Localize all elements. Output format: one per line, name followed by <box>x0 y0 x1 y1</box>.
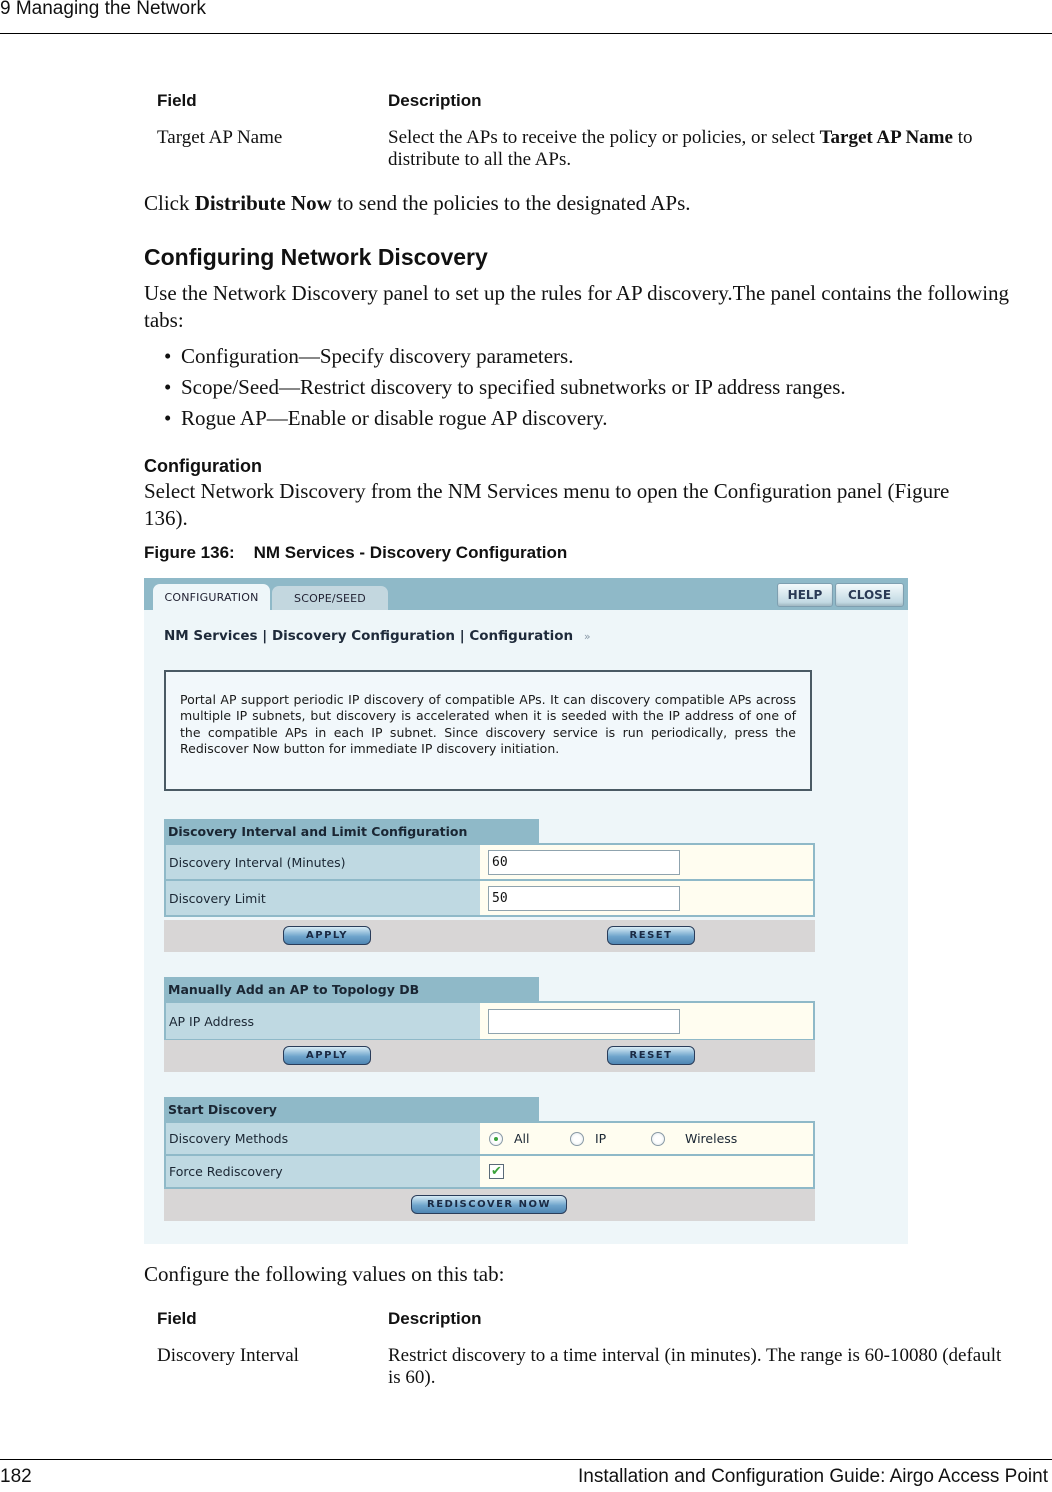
table1-cell-description: Select the APs to receive the policy or … <box>388 127 1043 171</box>
double-chevron-right-icon: » <box>583 630 591 643</box>
discovery-limit-label: Discovery Limit <box>166 881 480 915</box>
bullet-item: Configuration—Specify discovery paramete… <box>144 343 1024 374</box>
desc-text: Select the APs to receive the policy or … <box>388 127 820 148</box>
check-icon: ✔ <box>491 1164 502 1179</box>
form-row: Force Rediscovery ✔ <box>166 1156 813 1187</box>
radio-wireless-label: Wireless <box>685 1131 738 1146</box>
force-rediscovery-checkbox[interactable]: ✔ <box>489 1164 504 1179</box>
discovery-config-panel: CONFIGURATION SCOPE/SEED HELP CLOSE NM S… <box>144 578 908 1244</box>
breadcrumb-item[interactable]: Discovery Configuration <box>272 628 455 644</box>
table1-header-description: Description <box>388 91 482 110</box>
radio-wireless[interactable] <box>651 1131 665 1146</box>
tab-scope-seed[interactable]: SCOPE/SEED <box>272 586 388 610</box>
info-box: Portal AP support periodic IP discovery … <box>164 670 812 791</box>
interval-section-title: Discovery Interval and Limit Configurati… <box>164 819 539 843</box>
section-intro: Use the Network Discovery panel to set u… <box>144 281 1010 332</box>
start-discovery-section-title: Start Discovery <box>164 1097 539 1121</box>
manual-add-form: AP IP Address <box>164 1001 815 1041</box>
force-rediscovery-label: Force Rediscovery <box>166 1156 480 1187</box>
breadcrumb-separator: | <box>262 628 268 644</box>
close-button[interactable]: CLOSE <box>835 583 904 607</box>
interval-button-row: APPLY RESET <box>164 920 815 952</box>
start-discovery-button-row: REDISCOVER NOW <box>164 1189 815 1221</box>
form-row: AP IP Address <box>166 1003 813 1039</box>
breadcrumb-separator: | <box>459 628 465 644</box>
radio-all-label: All <box>514 1131 530 1146</box>
interval-reset-button[interactable]: RESET <box>607 926 695 945</box>
distribute-paragraph: Click Distribute Now to send the policie… <box>144 190 691 217</box>
form-row: Discovery Interval (Minutes) 60 <box>166 845 813 879</box>
discovery-limit-input[interactable]: 50 <box>488 885 680 911</box>
rediscover-now-button[interactable]: REDISCOVER NOW <box>411 1195 567 1214</box>
discovery-interval-label: Discovery Interval (Minutes) <box>166 845 480 879</box>
guide-title: Installation and Configuration Guide: Ai… <box>577 1466 1048 1487</box>
interval-form: Discovery Interval (Minutes) 60 Discover… <box>164 843 815 917</box>
section-heading: Configuring Network Discovery <box>144 244 488 270</box>
manual-add-button-row: APPLY RESET <box>164 1040 815 1072</box>
breadcrumb-item: Configuration <box>469 628 574 644</box>
table1-cell-field: Target AP Name <box>157 127 283 148</box>
table2-cell-description: Restrict discovery to a time interval (i… <box>388 1345 1002 1388</box>
manual-apply-button[interactable]: APPLY <box>283 1046 371 1065</box>
after-figure-text: Configure the following values on this t… <box>144 1262 505 1286</box>
radio-ip[interactable] <box>570 1131 584 1146</box>
breadcrumb: NM Services | Discovery Configuration | … <box>164 628 591 644</box>
bullet-item: Scope/Seed—Restrict discovery to specifi… <box>144 374 1024 405</box>
table1-header-field: Field <box>157 91 197 110</box>
interval-apply-button[interactable]: APPLY <box>283 926 371 945</box>
para-text: Click <box>144 191 195 215</box>
header-rule <box>0 33 1052 34</box>
help-button[interactable]: HELP <box>777 583 833 607</box>
discovery-methods-label: Discovery Methods <box>166 1123 480 1154</box>
bullet-item: Rogue AP—Enable or disable rogue AP disc… <box>144 405 1024 436</box>
subsection-text: Select Network Discovery from the NM Ser… <box>144 479 950 530</box>
ap-ip-address-label: AP IP Address <box>166 1003 480 1039</box>
form-row: Discovery Limit 50 <box>166 881 813 915</box>
table2-header-field: Field <box>157 1309 197 1328</box>
page-number: 182 <box>0 1466 32 1487</box>
discovery-methods-radio-group: All IP Wireless <box>480 1123 813 1154</box>
tab-bullet-list: Configuration—Specify discovery paramete… <box>144 343 1024 436</box>
footer-rule <box>0 1459 1052 1460</box>
tab-configuration[interactable]: CONFIGURATION <box>153 584 270 610</box>
start-discovery-form: Discovery Methods All IP Wireless Force … <box>164 1121 815 1189</box>
manual-add-section-title: Manually Add an AP to Topology DB <box>164 977 539 1001</box>
table2-header-description: Description <box>388 1309 482 1328</box>
para-text: to send the policies to the designated A… <box>331 191 691 215</box>
para-bold-term: Distribute Now <box>194 191 332 215</box>
figure-caption: Figure 136: NM Services - Discovery Conf… <box>144 543 568 562</box>
discovery-interval-input[interactable]: 60 <box>488 849 680 875</box>
desc-bold-term: Target AP Name <box>819 127 953 148</box>
manual-reset-button[interactable]: RESET <box>607 1046 695 1065</box>
info-text: Portal AP support periodic IP discovery … <box>180 692 796 756</box>
radio-all[interactable] <box>489 1131 503 1146</box>
table2-cell-field: Discovery Interval <box>157 1345 299 1366</box>
form-row: Discovery Methods All IP Wireless <box>166 1123 813 1154</box>
ap-ip-address-input[interactable] <box>488 1008 680 1034</box>
breadcrumb-item[interactable]: NM Services <box>164 628 258 644</box>
chapter-title: 9 Managing the Network <box>0 0 206 19</box>
panel-tab-bar: CONFIGURATION SCOPE/SEED HELP CLOSE <box>144 578 908 610</box>
subsection-heading: Configuration <box>144 456 262 476</box>
radio-ip-label: IP <box>595 1131 607 1146</box>
